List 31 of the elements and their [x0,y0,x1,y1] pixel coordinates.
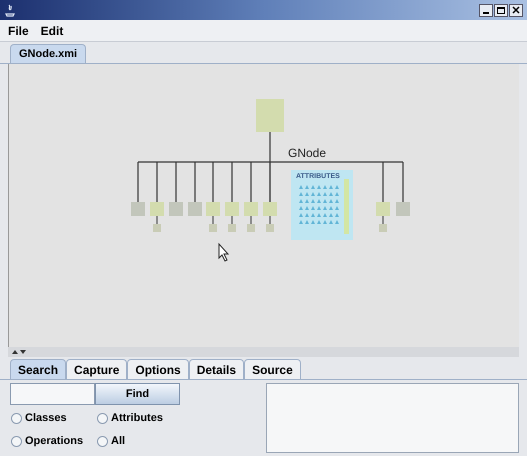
search-field[interactable] [10,383,95,405]
radio-option[interactable]: Attributes [97,410,264,427]
menu-item[interactable]: Edit [40,22,64,40]
document-tab[interactable]: GNode.xmi [10,44,86,63]
close-button[interactable] [509,4,523,16]
menu-item[interactable]: File [8,22,29,40]
mouse-pointer-icon [218,242,230,262]
maximize-icon [497,6,505,14]
radio-button[interactable] [11,436,22,447]
radio-button[interactable] [97,413,108,424]
panel-tab[interactable]: Options [127,359,189,379]
down-arrow-icon[interactable] [20,350,26,354]
panel-tab[interactable]: Capture [66,359,128,379]
minimize-icon [483,12,489,14]
panel-tab[interactable]: Search [10,359,66,379]
radio-button[interactable] [97,436,108,447]
attributes-panel [291,170,353,240]
find-button[interactable]: Find [95,383,180,405]
up-arrow-icon[interactable] [12,350,18,354]
panel-tab[interactable]: Source [244,359,301,379]
app-icon [4,3,16,17]
panel-tab[interactable]: Details [188,359,244,379]
minimize-button[interactable] [479,4,493,16]
radio-option[interactable]: Classes [11,410,97,427]
radio-option[interactable]: Operations [11,433,97,450]
maximize-button[interactable] [494,4,508,16]
radio-option[interactable]: All [97,433,264,450]
radio-button[interactable] [11,413,22,424]
class-name-label: GNode [288,146,326,160]
results-area[interactable] [266,383,519,453]
close-icon [512,6,520,14]
